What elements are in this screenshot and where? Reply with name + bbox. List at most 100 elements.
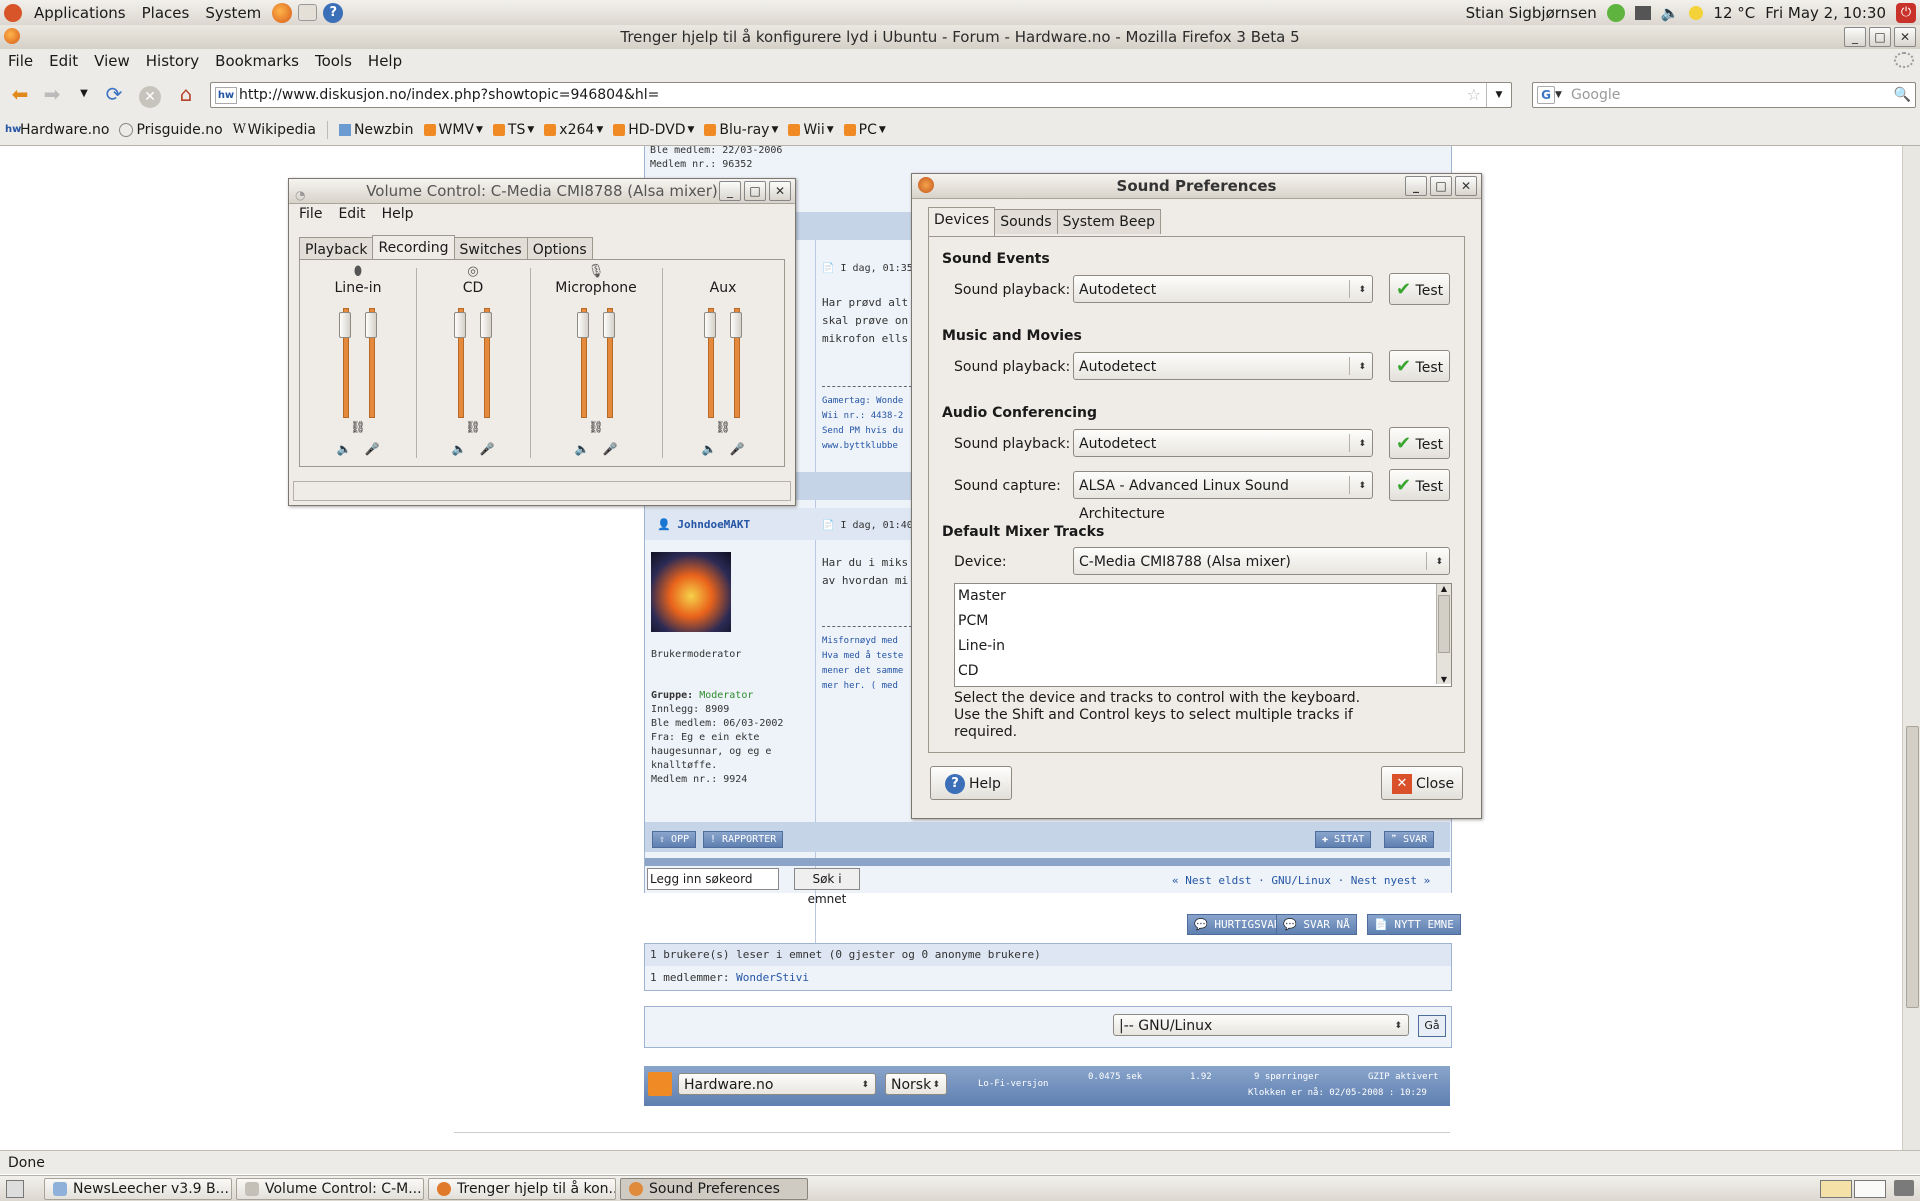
- volume-slider-knob[interactable]: [577, 312, 589, 339]
- mute-speaker-icon[interactable]: 🔈: [701, 442, 717, 456]
- back-arrow-icon[interactable]: ⬅: [8, 82, 32, 106]
- quick-reply-button[interactable]: 💬 HURTIGSVAR: [1187, 914, 1288, 935]
- volume-slider-knob[interactable]: [454, 312, 466, 339]
- forum-jump-select[interactable]: |-- GNU/Linux ⬍: [1113, 1014, 1409, 1036]
- menu-edit[interactable]: Edit: [41, 52, 86, 70]
- menu-tools[interactable]: Tools: [307, 52, 360, 70]
- volume-slider-knob[interactable]: [730, 312, 742, 339]
- menu-view[interactable]: View: [86, 52, 138, 70]
- bookmark-folder-x264[interactable]: x264 ▼: [539, 118, 608, 142]
- bookmark-newzbin[interactable]: Newzbin: [334, 118, 419, 142]
- speaker-app-icon[interactable]: [918, 177, 934, 193]
- mute-speaker-icon[interactable]: 🔈: [336, 442, 352, 456]
- search-input[interactable]: Google: [1571, 83, 1620, 107]
- url-text[interactable]: http://www.diskusjon.no/index.php?showto…: [239, 83, 659, 107]
- volume-slider-knob[interactable]: [365, 312, 377, 339]
- task-newsleecher[interactable]: NewsLeecher v3.9 B...: [44, 1177, 232, 1200]
- show-desktop-icon[interactable]: [6, 1179, 24, 1198]
- track-row-pcm[interactable]: PCM: [955, 609, 1451, 634]
- weather-sun-icon[interactable]: [1689, 5, 1704, 20]
- reply-now-button[interactable]: 💬 SVAR NÅ: [1276, 914, 1357, 935]
- close-window-button[interactable]: ✕: [1455, 176, 1477, 196]
- maximize-button[interactable]: □: [1430, 176, 1452, 196]
- language-select[interactable]: Norsk ⬍: [885, 1073, 947, 1095]
- track-list-scrollbar[interactable]: ▲ ▼: [1436, 584, 1451, 684]
- music-playback-select[interactable]: Autodetect ⬍: [1073, 352, 1373, 380]
- help-launcher-icon[interactable]: ?: [323, 2, 344, 23]
- report-button[interactable]: ! RAPPORTER: [703, 831, 784, 848]
- task-sound-preferences[interactable]: Sound Preferences: [620, 1177, 808, 1200]
- menu-edit[interactable]: Edit: [338, 206, 365, 222]
- engine-dropdown-icon[interactable]: ▼: [1555, 83, 1562, 107]
- volume-icon[interactable]: 🔈: [1661, 4, 1680, 22]
- bookmark-hardware[interactable]: hw Hardware.no: [0, 118, 114, 142]
- url-dropdown-icon[interactable]: ▼: [1486, 83, 1511, 107]
- minimize-button[interactable]: _: [1844, 27, 1866, 47]
- conf-playback-select[interactable]: Autodetect ⬍: [1073, 429, 1373, 457]
- minimize-button[interactable]: _: [1405, 176, 1427, 196]
- menu-bookmarks[interactable]: Bookmarks: [207, 52, 307, 70]
- track-row-cd[interactable]: CD: [955, 659, 1451, 684]
- track-row-line-in[interactable]: Line-in: [955, 634, 1451, 659]
- tab-system-beep[interactable]: System Beep: [1056, 209, 1161, 234]
- volume-slider-knob[interactable]: [480, 312, 492, 339]
- channel-lock-icon[interactable]: ⛓: [582, 420, 610, 434]
- scroll-up-arrow-icon[interactable]: ▲: [1437, 584, 1451, 593]
- record-microphone-icon[interactable]: 🎤: [364, 442, 380, 456]
- help-button[interactable]: ? Help: [930, 766, 1012, 800]
- maximize-button[interactable]: □: [1869, 27, 1891, 47]
- power-icon[interactable]: ⏻: [1896, 2, 1916, 23]
- close-window-button[interactable]: ✕: [1894, 27, 1916, 47]
- quote-button[interactable]: ✚ SITAT: [1315, 831, 1372, 848]
- volume-control-titlebar[interactable]: ◔ Volume Control: C-Media CMI8788 (Alsa …: [289, 179, 795, 204]
- volume-slider-knob[interactable]: [339, 312, 351, 339]
- trash-icon[interactable]: [1894, 1180, 1914, 1196]
- close-window-button[interactable]: ✕: [769, 181, 791, 201]
- scroll-down-arrow-icon[interactable]: ▼: [1437, 675, 1451, 684]
- search-go-icon[interactable]: 🔍: [1894, 83, 1911, 107]
- menu-file[interactable]: File: [299, 206, 322, 222]
- bookmark-folder-bluray[interactable]: Blu-ray ▼: [699, 118, 783, 142]
- menu-help[interactable]: Help: [360, 52, 410, 70]
- record-microphone-icon[interactable]: 🎤: [602, 442, 618, 456]
- bookmark-prisguide[interactable]: Prisguide.no: [114, 118, 227, 142]
- footer-rss-icon[interactable]: [648, 1072, 672, 1096]
- events-test-button[interactable]: ✔ Test: [1389, 273, 1450, 305]
- bookmark-folder-hddvd[interactable]: HD-DVD ▼: [608, 118, 699, 142]
- reload-icon[interactable]: ⟳: [102, 82, 126, 106]
- scrollbar-thumb[interactable]: [1906, 726, 1919, 1008]
- conf-capture-test-button[interactable]: ✔ Test: [1389, 469, 1450, 501]
- menu-file[interactable]: File: [0, 52, 41, 70]
- close-button[interactable]: ✕ Close: [1381, 766, 1463, 800]
- lofi-link[interactable]: Lo-Fi-versjon: [978, 1079, 1048, 1089]
- bookmark-wikipedia[interactable]: W Wikipedia: [228, 118, 321, 142]
- bookmark-folder-pc[interactable]: PC ▼: [839, 118, 891, 142]
- mixer-device-select[interactable]: C-Media CMI8788 (Alsa mixer) ⬍: [1073, 547, 1450, 575]
- firefox-launcher-icon[interactable]: [272, 2, 293, 23]
- volume-slider-knob[interactable]: [603, 312, 615, 339]
- sound-prefs-titlebar[interactable]: Sound Preferences _ □ ✕: [912, 174, 1481, 199]
- music-test-button[interactable]: ✔ Test: [1389, 350, 1450, 382]
- thread-search-button[interactable]: Søk i emnet: [794, 868, 860, 906]
- ubuntu-logo-icon[interactable]: [4, 3, 22, 22]
- window-menu-icon[interactable]: ◔: [295, 183, 305, 207]
- search-bar[interactable]: G ▼ Google 🔍: [1532, 82, 1916, 108]
- task-volume-control[interactable]: Volume Control: C-M...: [236, 1177, 424, 1200]
- system-menu[interactable]: System: [197, 0, 269, 25]
- mute-speaker-icon[interactable]: 🔈: [574, 442, 590, 456]
- thread-search-input[interactable]: Legg inn søkeord: [647, 868, 779, 890]
- display-icon[interactable]: [1634, 5, 1651, 20]
- page-scrollbar[interactable]: [1902, 146, 1920, 1150]
- stop-icon[interactable]: ✕: [139, 86, 161, 108]
- workspace-1[interactable]: [1820, 1180, 1852, 1198]
- menu-help[interactable]: Help: [382, 206, 414, 222]
- up-button[interactable]: ⇧ OPP: [652, 831, 697, 848]
- search-engine-icon[interactable]: G: [1537, 86, 1555, 104]
- events-playback-select[interactable]: Autodetect ⬍: [1073, 275, 1373, 303]
- applications-menu[interactable]: Applications: [26, 0, 134, 25]
- scroll-thumb[interactable]: [1438, 595, 1450, 653]
- tab-devices[interactable]: Devices: [928, 207, 996, 236]
- conf-capture-select[interactable]: ALSA - Advanced Linux Sound Architecture…: [1073, 471, 1373, 522]
- history-dropdown-icon[interactable]: ▼: [72, 82, 96, 106]
- mixer-track-list[interactable]: Master PCM Line-in CD ▲ ▼: [954, 583, 1452, 687]
